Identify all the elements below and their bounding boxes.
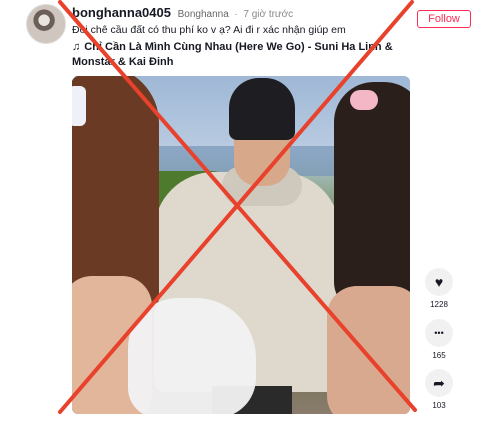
separator: ·: [234, 9, 238, 20]
like-action[interactable]: ♥ 1228: [424, 268, 454, 309]
post-caption: Đôi chê cầu đất có thu phí ko v ạ? Ai đi…: [72, 24, 346, 36]
comment-icon[interactable]: •••: [425, 319, 453, 347]
like-count: 1228: [430, 300, 448, 309]
post-header: bonghanna0405 Bonghanna · 7 giờ trước: [72, 5, 293, 20]
heart-icon[interactable]: ♥: [425, 268, 453, 296]
right-person-hair: [334, 82, 410, 312]
left-person-sleeve: [128, 298, 256, 414]
music-title[interactable]: Chỉ Cần Là Mình Cùng Nhau (Here We Go) -…: [72, 41, 393, 68]
share-action[interactable]: ➦ 103: [424, 369, 454, 410]
post-time: 7 giờ trước: [243, 9, 294, 20]
right-person-body: [327, 286, 410, 414]
comment-action[interactable]: ••• 165: [424, 319, 454, 360]
left-person-bow: [72, 86, 86, 126]
share-icon[interactable]: ➦: [425, 369, 453, 397]
right-person-bow: [350, 90, 378, 110]
follow-button[interactable]: Follow: [417, 10, 471, 28]
avatar[interactable]: [26, 4, 66, 44]
man-beanie: [229, 78, 295, 140]
nickname: Bonghanna: [177, 9, 229, 20]
video-player[interactable]: [72, 76, 410, 414]
music-info[interactable]: ♫ Chỉ Cần Là Mình Cùng Nhau (Here We Go) …: [72, 40, 402, 70]
share-count: 103: [432, 401, 446, 410]
username[interactable]: bonghanna0405: [72, 5, 171, 20]
music-note-icon: ♫: [72, 41, 81, 53]
comment-count: 165: [432, 351, 446, 360]
